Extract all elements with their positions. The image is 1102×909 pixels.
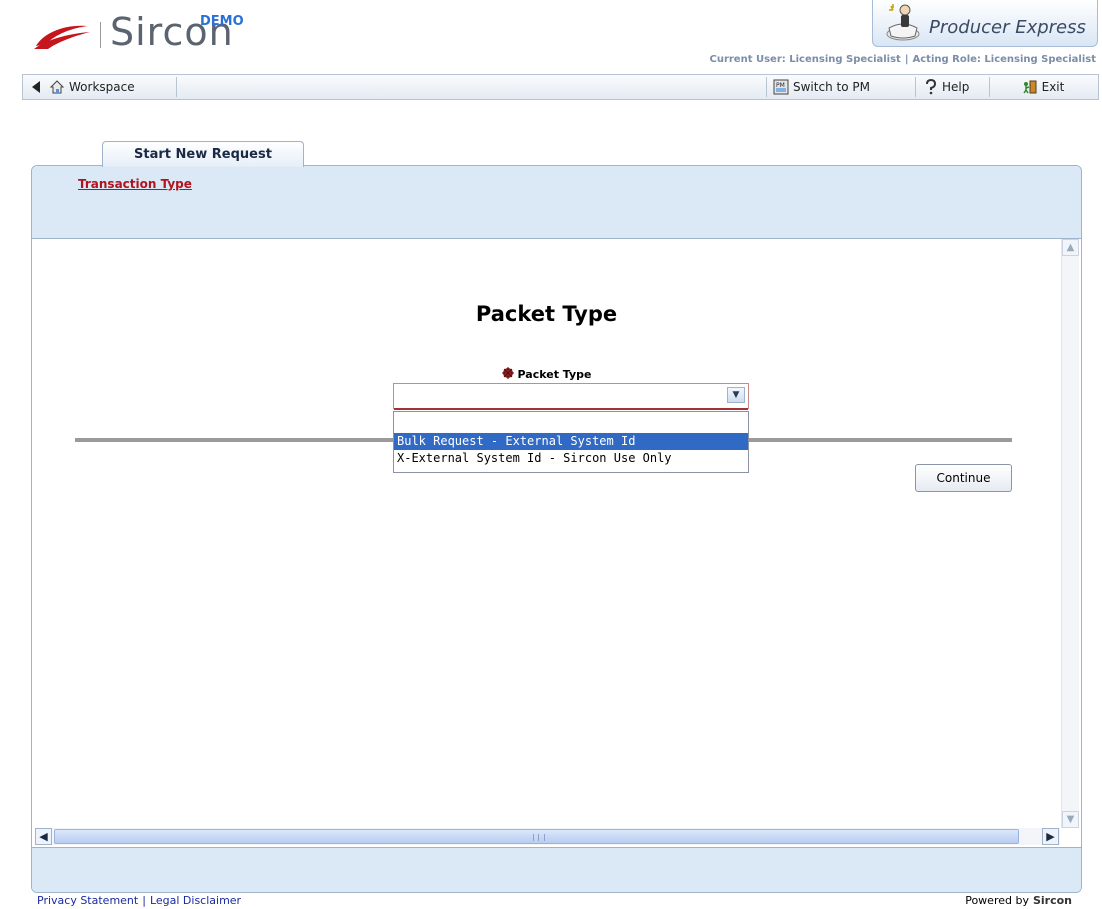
exit-label: Exit [1041, 80, 1065, 94]
help-label: Help [942, 80, 970, 94]
packet-type-field-label: Packet Type [32, 367, 1061, 381]
powered-by-brand: Sircon [1032, 894, 1072, 907]
packet-type-label: Packet Type [517, 368, 592, 381]
current-user-text: Current User: Licensing Specialist [709, 54, 901, 65]
powered-by-label: Powered by [965, 894, 1029, 907]
user-info: Current User: Licensing Specialist | Actin… [709, 54, 1096, 65]
help-icon [926, 79, 937, 95]
packet-type-select[interactable]: ▼ [393, 383, 749, 410]
dropdown-option-blank[interactable] [394, 412, 748, 433]
page-root: Sircon DEMO Producer Express Current Use… [0, 0, 1102, 909]
switch-to-pm-button[interactable]: PM Switch to PM [766, 77, 916, 97]
pm-icon: PM [773, 79, 789, 95]
packet-type-dropdown[interactable]: Bulk Request - External System Id X-Exte… [393, 411, 749, 473]
horizontal-scrollbar[interactable]: ◀ ▶ [35, 828, 1060, 845]
product-name: Producer Express [929, 17, 1086, 38]
svg-text:PM: PM [776, 82, 785, 89]
legal-disclaimer-link[interactable]: Legal Disclaimer [150, 894, 241, 907]
chevron-down-icon[interactable]: ▼ [727, 387, 745, 403]
footer-separator: | [142, 894, 146, 907]
scroll-down-icon[interactable]: ▼ [1062, 811, 1079, 828]
main-panel: Transaction Type Packet Type Packet Type… [31, 165, 1082, 893]
exit-button[interactable]: Exit [990, 77, 1096, 97]
home-icon [49, 80, 65, 94]
producer-express-badge: Producer Express [872, 0, 1098, 47]
dropdown-option-bulk-request[interactable]: Bulk Request - External System Id [394, 433, 748, 450]
scroll-grip-icon [533, 834, 545, 841]
switch-to-pm-label: Switch to PM [793, 80, 870, 94]
scroll-right-icon[interactable]: ▶ [1042, 828, 1059, 845]
sircon-logo-icon [34, 25, 90, 49]
continue-button[interactable]: Continue [915, 464, 1012, 492]
acting-role-text: Acting Role: Licensing Specialist [912, 54, 1097, 65]
workspace-label: Workspace [69, 80, 135, 94]
transaction-type-link[interactable]: Transaction Type [78, 177, 192, 191]
powered-by: Powered by Sircon [965, 894, 1072, 907]
scroll-up-icon[interactable]: ▲ [1062, 239, 1079, 256]
vertical-scrollbar[interactable]: ▲ ▼ [1061, 239, 1079, 828]
panel-header: Transaction Type [32, 166, 1081, 239]
privacy-statement-link[interactable]: Privacy Statement [37, 894, 138, 907]
tab-start-new-request[interactable]: Start New Request [102, 141, 304, 167]
user-info-separator: | [904, 54, 909, 65]
panel-footer [32, 847, 1081, 892]
back-arrow-icon [32, 81, 40, 93]
required-field-icon [501, 367, 514, 379]
page-title: Packet Type [475, 302, 618, 326]
horizontal-scroll-thumb[interactable] [54, 829, 1019, 844]
toolbar: Workspace PM Switch to PM Help Exit [22, 74, 1099, 100]
workspace-button[interactable]: Workspace [23, 77, 177, 97]
help-button[interactable]: Help [916, 77, 990, 97]
exit-door-icon [1023, 80, 1037, 94]
footer-links: Privacy Statement | Legal Disclaimer [37, 894, 241, 907]
scroll-left-icon[interactable]: ◀ [35, 828, 52, 845]
producer-express-icon [886, 4, 920, 41]
logo-divider [100, 22, 101, 48]
dropdown-option-external-system-id[interactable]: X-External System Id - Sircon Use Only [394, 450, 748, 467]
demo-badge: DEMO [200, 14, 244, 29]
